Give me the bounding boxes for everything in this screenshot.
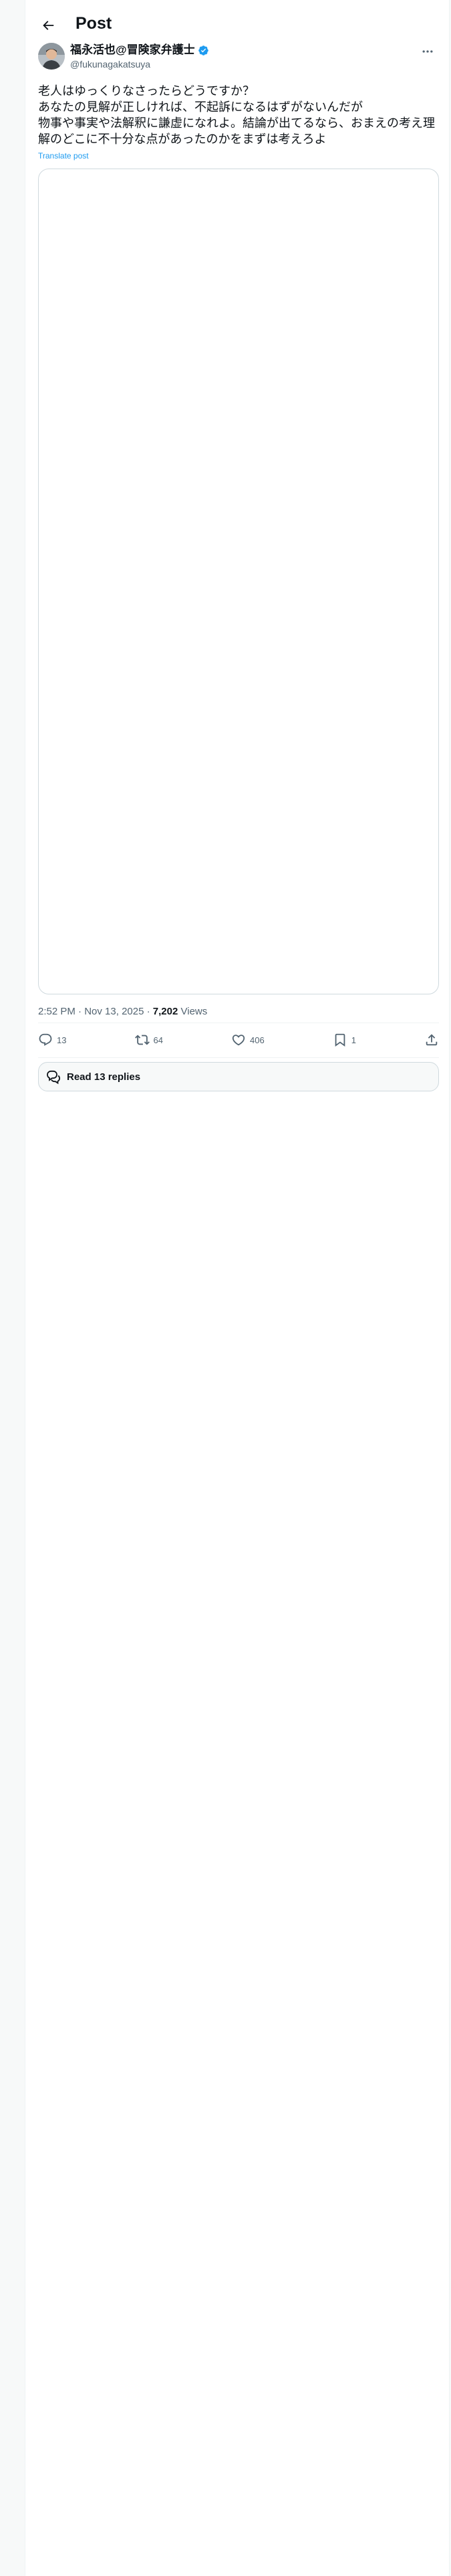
avatar-image (38, 43, 65, 70)
divider (38, 1057, 439, 1058)
repost-button[interactable]: 64 (134, 1027, 163, 1053)
share-icon (426, 1034, 438, 1046)
verified-badge-icon (198, 45, 208, 56)
avatar[interactable] (38, 43, 65, 70)
more-options-button[interactable] (416, 40, 439, 63)
post-media[interactable] (38, 169, 439, 994)
views-label: Views (180, 1006, 208, 1017)
post-time[interactable]: 2:52 PM (38, 1006, 76, 1017)
post-date[interactable]: Nov 13, 2025 (84, 1006, 144, 1017)
repost-icon (134, 1035, 150, 1045)
bookmark-count: 1 (351, 1035, 356, 1045)
more-horizontal-icon (422, 50, 433, 53)
replies-bubble-icon (47, 1070, 61, 1085)
bookmark-icon (335, 1033, 345, 1047)
repost-count: 64 (153, 1035, 163, 1045)
post-meta: 2:52 PM · Nov 13, 2025 · 7,202 Views (38, 1006, 208, 1017)
read-replies-label: Read 13 replies (67, 1071, 141, 1083)
heart-icon (232, 1035, 245, 1046)
page-title: Post (76, 14, 112, 33)
like-button[interactable]: 406 (231, 1027, 265, 1053)
post-text: 老人はゆっくりなさったらどうですか？ あなたの見解が正しければ、不起訴になるはず… (38, 84, 435, 146)
reply-count: 13 (57, 1035, 67, 1045)
action-bar: 13 64 406 1 (38, 1023, 439, 1057)
bookmark-button[interactable]: 1 (333, 1027, 356, 1053)
author-name[interactable]: 福永活也@冒険家弁護士 (70, 43, 195, 58)
primary-column: Post 福永活也@冒険家弁護士 @fukunagakatsuya 老人はゆっく… (25, 0, 450, 2576)
author-row: 福永活也@冒険家弁護士 @fukunagakatsuya (38, 40, 439, 74)
read-replies-button[interactable]: Read 13 replies (38, 1062, 439, 1091)
reply-button[interactable]: 13 (38, 1027, 66, 1053)
share-button[interactable] (424, 1027, 439, 1053)
author-handle[interactable]: @fukunagakatsuya (70, 58, 150, 71)
like-count: 406 (250, 1035, 265, 1045)
views-count: 7,202 (152, 1006, 178, 1017)
back-button[interactable] (32, 9, 64, 41)
author-name-row[interactable]: 福永活也@冒険家弁護士 (70, 43, 209, 58)
arrow-left-icon (43, 21, 54, 30)
reply-icon (39, 1033, 52, 1046)
translate-post-link[interactable]: Translate post (38, 150, 89, 161)
